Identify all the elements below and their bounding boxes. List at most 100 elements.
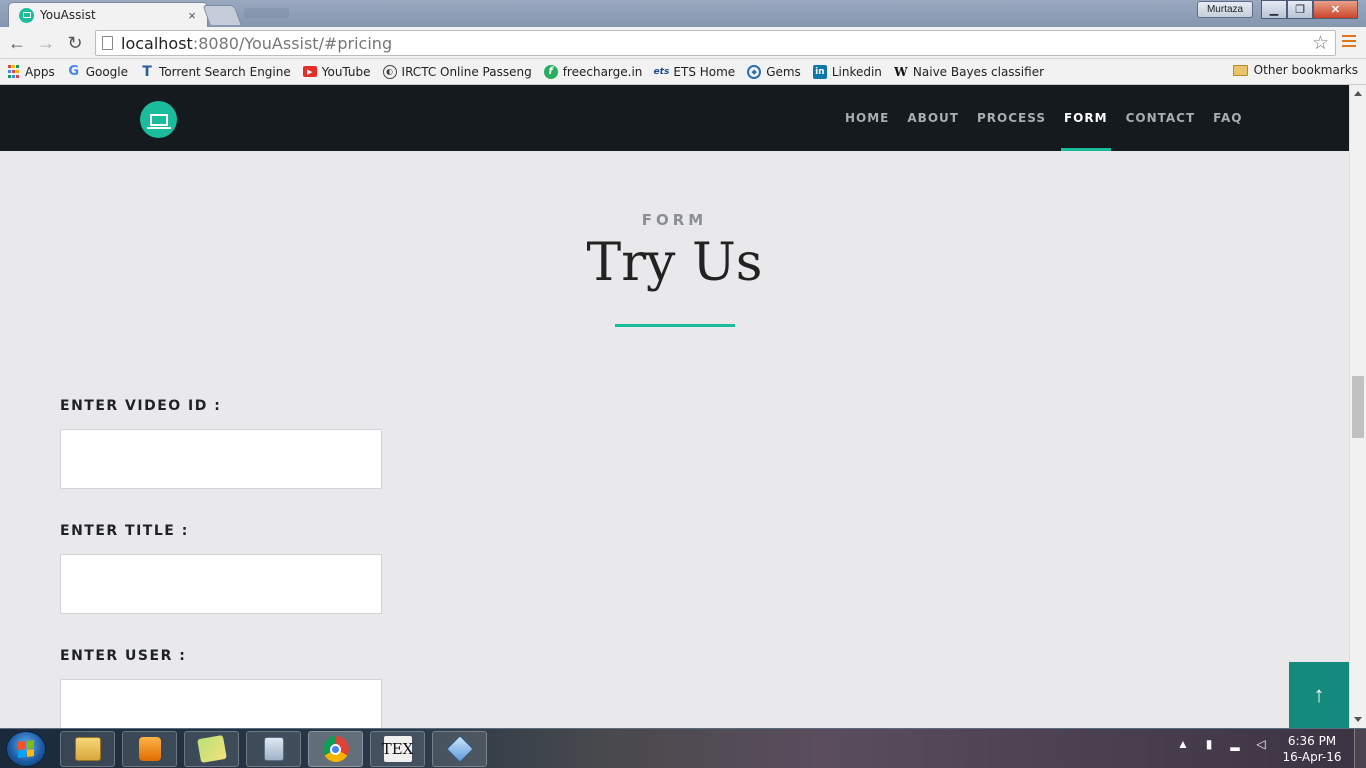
video-id-input[interactable]	[60, 429, 382, 489]
site-navbar: HOME ABOUT PROCESS FORM CONTACT FAQ	[0, 85, 1349, 151]
cube-icon	[445, 735, 474, 763]
system-tray: ▲ ▮ ▂ ◁	[1176, 737, 1268, 751]
nav-about[interactable]: ABOUT	[898, 85, 968, 151]
nav-faq[interactable]: FAQ	[1204, 85, 1251, 151]
show-hidden-icons-icon[interactable]: ▲	[1176, 737, 1190, 751]
url-path: :8080/YouAssist/#pricing	[192, 33, 393, 53]
tex-icon: TEX	[382, 736, 413, 762]
user-input[interactable]	[60, 679, 382, 728]
page-scrollbar[interactable]	[1349, 85, 1366, 728]
bookmark-star-icon[interactable]: ☆	[1312, 32, 1329, 55]
forward-arrow-icon[interactable]: →	[34, 32, 58, 54]
bookmark-label: YouTube	[321, 64, 371, 79]
section-eyebrow: FORM	[641, 211, 708, 229]
google-icon: G	[68, 64, 80, 79]
section-divider	[615, 324, 735, 327]
windows-flag-icon	[18, 740, 34, 758]
title-input[interactable]	[60, 554, 382, 614]
bookmark-naive-bayes[interactable]: W Naive Bayes classifier	[894, 65, 1044, 79]
taskbar-explorer[interactable]	[60, 731, 115, 767]
media-player-icon	[138, 737, 161, 761]
nav-home[interactable]: HOME	[836, 85, 898, 151]
irctc-icon: ◐	[382, 64, 397, 79]
window-close-icon[interactable]: ✕	[1313, 0, 1358, 19]
tab-close-icon[interactable]: ×	[185, 8, 199, 23]
site-favicon-icon	[19, 7, 34, 23]
nav-process[interactable]: PROCESS	[968, 85, 1055, 151]
nav-form[interactable]: FORM	[1055, 85, 1117, 151]
blurred-tab-text	[244, 8, 289, 18]
bookmarks-bar: Apps G Google T Torrent Search Engine ▶ …	[0, 59, 1366, 85]
browser-menu-icon[interactable]	[1342, 35, 1356, 47]
bookmark-linkedin[interactable]: in Linkedin	[812, 64, 882, 79]
bookmark-freecharge[interactable]: f freecharge.in	[543, 64, 643, 79]
site-logo-icon[interactable]	[140, 101, 177, 138]
freecharge-icon: f	[543, 64, 558, 79]
profile-button[interactable]: Murtaza	[1197, 1, 1253, 18]
scroll-up-arrow-icon[interactable]	[1354, 91, 1362, 96]
taskbar-clock[interactable]: 6:36 PM 16-Apr-16	[1276, 733, 1348, 765]
bookmark-torrent[interactable]: T Torrent Search Engine	[140, 63, 291, 80]
calculator-icon	[263, 737, 284, 761]
user-label: ENTER USER :	[60, 648, 187, 664]
bookmark-label: Torrent Search Engine	[159, 64, 291, 79]
taskbar-sticky-notes[interactable]	[184, 731, 239, 767]
taskbar-virtualbox[interactable]	[432, 731, 487, 767]
clock-time: 6:36 PM	[1287, 734, 1337, 748]
restore-icon[interactable]: ❐	[1287, 0, 1313, 19]
video-id-label: ENTER VIDEO ID :	[60, 398, 222, 414]
bookmark-label: Gems	[766, 64, 801, 79]
scroll-down-arrow-icon[interactable]	[1354, 717, 1362, 722]
torrent-icon: T	[142, 63, 152, 80]
bookmark-label: Apps	[25, 64, 55, 79]
taskbar-calculator[interactable]	[246, 731, 301, 767]
bookmark-youtube[interactable]: ▶ YouTube	[302, 64, 371, 79]
bookmark-apps[interactable]: Apps	[7, 65, 55, 79]
wikipedia-icon: W	[894, 64, 908, 79]
bookmark-label: IRCTC Online Passeng	[401, 64, 532, 79]
bookmark-label: freecharge.in	[562, 64, 643, 79]
title-label: ENTER TITLE :	[60, 523, 189, 539]
back-arrow-icon[interactable]: ←	[5, 32, 29, 54]
volume-icon[interactable]: ◁	[1254, 737, 1268, 751]
page-icon	[102, 36, 113, 50]
bookmark-irctc[interactable]: ◐ IRCTC Online Passeng	[382, 64, 532, 79]
network-signal-icon[interactable]: ▂	[1228, 737, 1242, 751]
scroll-thumb[interactable]	[1352, 376, 1364, 438]
bookmark-label: Naive Bayes classifier	[912, 64, 1045, 79]
window-controls: ▁ ❐ ✕	[1261, 0, 1358, 19]
linkedin-icon: in	[812, 64, 827, 79]
tab-youassist[interactable]: YouAssist ×	[8, 2, 208, 27]
folder-icon	[74, 737, 101, 761]
bookmark-label: ETS Home	[673, 64, 736, 79]
bookmark-google[interactable]: G Google	[67, 64, 129, 79]
arrow-up-icon: ↑	[1313, 682, 1325, 707]
back-to-top-button[interactable]: ↑	[1289, 662, 1349, 728]
taskbar-texmaker[interactable]: TEX	[370, 731, 425, 767]
page-viewport: HOME ABOUT PROCESS FORM CONTACT FAQ FORM…	[0, 85, 1349, 728]
bookmark-label: Linkedin	[831, 64, 882, 79]
other-bookmarks[interactable]: Other bookmarks	[1232, 63, 1358, 77]
taskbar-chrome[interactable]	[308, 731, 363, 767]
youtube-icon: ▶	[302, 66, 317, 77]
taskbar-media-player[interactable]	[122, 731, 177, 767]
power-icon[interactable]: ▮	[1202, 737, 1216, 751]
gems-icon: ◆	[747, 64, 762, 79]
bookmark-ets[interactable]: ets ETS Home	[654, 64, 736, 79]
reload-icon[interactable]: ↻	[63, 32, 87, 54]
chrome-icon	[322, 736, 349, 762]
bookmark-gems[interactable]: ◆ Gems	[747, 64, 801, 79]
sticky-notes-icon	[196, 734, 227, 764]
show-desktop-button[interactable]	[1354, 729, 1366, 768]
section-title: Try Us	[586, 233, 763, 293]
browser-toolbar: ← → ↻ localhost:8080/YouAssist/#pricing …	[0, 27, 1366, 59]
site-nav-links: HOME ABOUT PROCESS FORM CONTACT FAQ	[836, 85, 1251, 151]
bookmark-label: Google	[85, 64, 129, 79]
url-host: localhost	[121, 33, 193, 53]
nav-contact[interactable]: CONTACT	[1117, 85, 1205, 151]
address-bar[interactable]: localhost:8080/YouAssist/#pricing ☆	[95, 30, 1336, 56]
start-button[interactable]	[6, 731, 46, 767]
browser-tab-strip: YouAssist × Murtaza ▁ ❐ ✕	[0, 0, 1366, 27]
minimize-icon[interactable]: ▁	[1261, 0, 1287, 19]
new-tab-button[interactable]	[202, 5, 242, 25]
